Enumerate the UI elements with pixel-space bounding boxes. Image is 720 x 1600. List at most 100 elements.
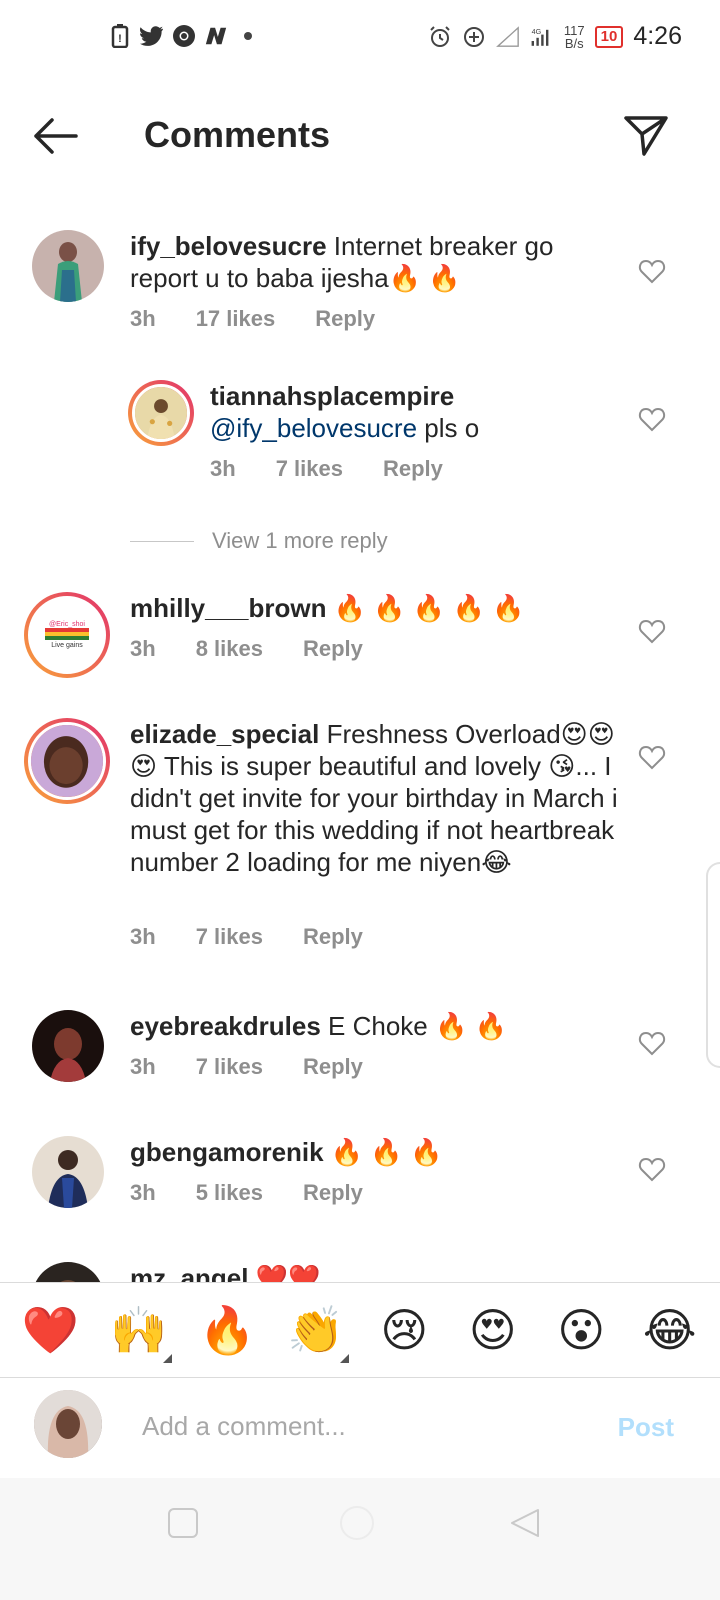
header: Comments: [0, 100, 720, 172]
comments-list[interactable]: ify_belovesucre Internet breaker go repo…: [0, 220, 720, 1310]
comment-username[interactable]: mhilly___brown: [130, 593, 327, 623]
comment-input[interactable]: [142, 1406, 562, 1446]
comment-username[interactable]: ify_belovesucre: [130, 231, 327, 261]
emoji-fire[interactable]: 🔥: [192, 1307, 262, 1353]
comment-content: 🔥 🔥 🔥 🔥 🔥: [326, 593, 525, 623]
status-bar: ! 4G 117 B/s 10 4:26: [0, 0, 720, 80]
comment-username[interactable]: gbengamorenik: [130, 1137, 324, 1167]
view-more-replies[interactable]: View 1 more reply: [130, 528, 388, 554]
alarm-icon: [428, 25, 452, 49]
like-heart-icon[interactable]: [638, 258, 666, 286]
like-heart-icon[interactable]: [638, 618, 666, 646]
back-button[interactable]: [30, 114, 80, 158]
emoji-heart[interactable]: ❤️: [15, 1307, 85, 1353]
post-button[interactable]: Post: [618, 1412, 674, 1443]
divider-line: [130, 540, 194, 542]
comment-text: tiannahsplacempire @ify_belovesucre pls …: [210, 380, 620, 444]
battery-indicator: 10: [594, 25, 624, 48]
comment-time: 3h: [130, 306, 156, 331]
reply-button[interactable]: Reply: [315, 306, 375, 332]
avatar-text-bottom: Live gains: [51, 642, 83, 649]
comment-meta: 3h 8 likes Reply: [130, 636, 363, 662]
status-left-icons: !: [108, 24, 260, 48]
like-heart-icon[interactable]: [638, 1030, 666, 1058]
avatar[interactable]: @Eric_shoi Live gains: [24, 592, 110, 678]
comment-meta: 3h 17 likes Reply: [130, 306, 375, 332]
home-button[interactable]: [340, 1506, 374, 1540]
comment-likes[interactable]: 7 likes: [196, 1054, 263, 1080]
status-time: 4:26: [633, 22, 682, 50]
emoji-surprised[interactable]: 😮: [546, 1307, 616, 1353]
my-avatar: [34, 1390, 102, 1458]
like-heart-icon[interactable]: [638, 406, 666, 434]
skin-tone-indicator-icon: [339, 1354, 349, 1363]
avatar-text-top: @Eric_shoi: [49, 621, 85, 628]
reply-button[interactable]: Reply: [303, 1180, 363, 1206]
chrome-icon: [172, 24, 196, 48]
status-right-icons: 4G 117 B/s 10 4:26: [428, 22, 682, 51]
paper-plane-icon: [624, 116, 668, 156]
mention-link[interactable]: @ify_belovesucre: [210, 413, 417, 443]
view-more-label: View 1 more reply: [212, 528, 388, 553]
comment-time: 3h: [130, 1180, 156, 1205]
page-title: Comments: [144, 114, 331, 155]
avatar[interactable]: [128, 380, 194, 446]
avatar[interactable]: [24, 718, 110, 804]
emoji-raising-hands[interactable]: 🙌: [104, 1304, 174, 1363]
system-nav-bar: [0, 1478, 720, 1600]
comment-likes[interactable]: 7 likes: [196, 924, 263, 950]
reply-button[interactable]: Reply: [303, 924, 363, 950]
net-speed-unit: B/s: [564, 35, 584, 51]
svg-text:!: !: [118, 33, 122, 45]
net-speed: 117 B/s: [564, 24, 585, 50]
comment-content: pls o: [417, 413, 480, 443]
share-button[interactable]: [622, 110, 670, 158]
comment-username[interactable]: tiannahsplacempire: [210, 381, 454, 411]
emoji-crying[interactable]: 😢: [369, 1307, 439, 1353]
comment-meta: 3h 5 likes Reply: [130, 1180, 363, 1206]
comment-content: E Choke 🔥 🔥: [320, 1011, 507, 1041]
add-comment-bar: Post: [0, 1378, 720, 1478]
emoji-clapping-glyph: 👏: [287, 1304, 345, 1356]
skin-tone-indicator-icon: [162, 1354, 172, 1363]
avatar[interactable]: [32, 1136, 104, 1208]
like-heart-icon[interactable]: [638, 744, 666, 772]
comment-likes[interactable]: 7 likes: [276, 456, 343, 482]
reply-button[interactable]: Reply: [383, 456, 443, 482]
add-circle-icon: [462, 25, 486, 49]
signal-empty-icon: [495, 25, 520, 49]
avatar[interactable]: [32, 230, 104, 302]
avatar-image: @Eric_shoi Live gains: [28, 596, 106, 674]
comment-time: 3h: [130, 636, 156, 661]
comment-text: gbengamorenik 🔥 🔥 🔥: [130, 1136, 620, 1168]
emoji-clapping[interactable]: 👏: [281, 1304, 351, 1363]
comment-username[interactable]: eyebreakdrules: [130, 1011, 321, 1041]
avatar[interactable]: [32, 1010, 104, 1082]
comment-time: 3h: [210, 456, 236, 481]
emoji-laughing[interactable]: 😂: [635, 1307, 705, 1353]
recents-button[interactable]: [168, 1508, 198, 1538]
comment-likes[interactable]: 8 likes: [196, 636, 263, 662]
avatar-image: [28, 722, 106, 800]
emoji-heart-eyes[interactable]: 😍: [458, 1307, 528, 1353]
network-type-label: 4G: [532, 26, 542, 35]
reply-button[interactable]: Reply: [303, 1054, 363, 1080]
dot-icon: [236, 24, 260, 48]
comment-username[interactable]: elizade_special: [130, 719, 319, 749]
comment-meta: 3h 7 likes Reply: [130, 924, 363, 950]
comment-meta: 3h 7 likes Reply: [210, 456, 443, 482]
emoji-raising-hands-glyph: 🙌: [110, 1304, 168, 1356]
comment-time: 3h: [130, 924, 156, 949]
comment-text: ify_belovesucre Internet breaker go repo…: [130, 230, 620, 294]
emoji-quick-bar: ❤️ 🙌 🔥 👏 😢 😍 😮 😂: [0, 1282, 720, 1378]
like-heart-icon[interactable]: [638, 1156, 666, 1184]
comment-time: 3h: [130, 1054, 156, 1079]
comment-text: mhilly___brown 🔥 🔥 🔥 🔥 🔥: [130, 592, 620, 624]
comment-meta: 3h 7 likes Reply: [130, 1054, 363, 1080]
nav-back-icon[interactable]: [508, 1506, 542, 1540]
reply-button[interactable]: Reply: [303, 636, 363, 662]
avatar-image: [132, 384, 190, 442]
comment-likes[interactable]: 17 likes: [196, 306, 276, 332]
side-panel-handle[interactable]: [706, 862, 720, 1068]
comment-likes[interactable]: 5 likes: [196, 1180, 263, 1206]
